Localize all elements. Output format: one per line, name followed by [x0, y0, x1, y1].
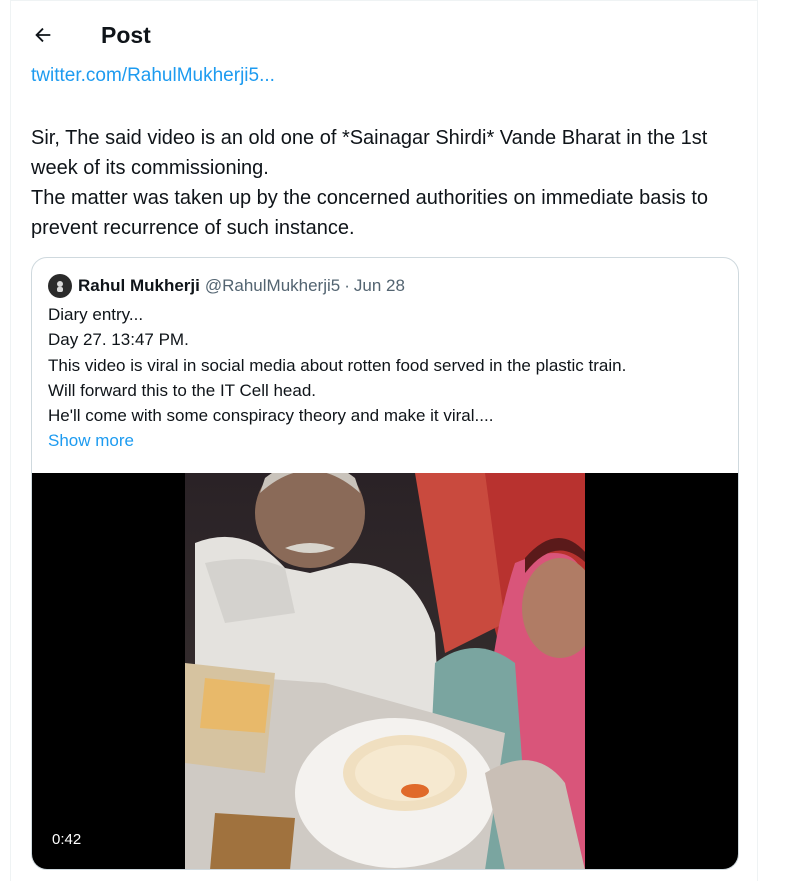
quoted-author-handle[interactable]: @RahulMukherji5	[205, 276, 340, 296]
quoted-post-card[interactable]: Rahul Mukherji @RahulMukherji5 · Jun 28 …	[31, 257, 739, 870]
show-more-link[interactable]: Show more	[48, 428, 728, 453]
post-text-paragraph: The matter was taken up by the concerned…	[31, 187, 709, 239]
quoted-text-line: This video is viral in social media abou…	[48, 355, 627, 375]
quoted-post-header: Rahul Mukherji @RahulMukherji5 · Jun 28	[48, 274, 405, 298]
quoted-text-line: Diary entry...	[48, 305, 144, 324]
avatar[interactable]	[48, 274, 72, 298]
arrow-left-icon	[32, 24, 54, 51]
quoted-post-link[interactable]: twitter.com/RahulMukherji5...	[31, 65, 275, 87]
video-duration: 0:42	[46, 829, 88, 850]
back-button[interactable]	[23, 17, 63, 57]
post-text: Sir, The said video is an old one of *Sa…	[31, 123, 741, 243]
quoted-text-line: He'll come with some conspiracy theory a…	[48, 406, 494, 426]
quoted-text-line: Will forward this to the IT Cell head.	[48, 380, 317, 400]
quoted-post-date[interactable]: Jun 28	[354, 276, 405, 296]
quoted-author-name[interactable]: Rahul Mukherji	[78, 276, 200, 296]
page-title: Post	[101, 22, 151, 48]
quoted-text-line: Day 27. 13:47 PM.	[48, 330, 189, 350]
video-thumbnail	[185, 473, 585, 869]
post-text-paragraph: Sir, The said video is an old one of *Sa…	[31, 127, 708, 179]
main-column: Post twitter.com/RahulMukherji5... Sir, …	[10, 0, 758, 881]
quoted-post-text: Diary entry... Day 27. 13:47 PM. This vi…	[48, 302, 728, 454]
separator-dot: ·	[344, 276, 350, 295]
video-player[interactable]: 0:42	[32, 473, 738, 869]
page-header: Post	[11, 1, 757, 71]
